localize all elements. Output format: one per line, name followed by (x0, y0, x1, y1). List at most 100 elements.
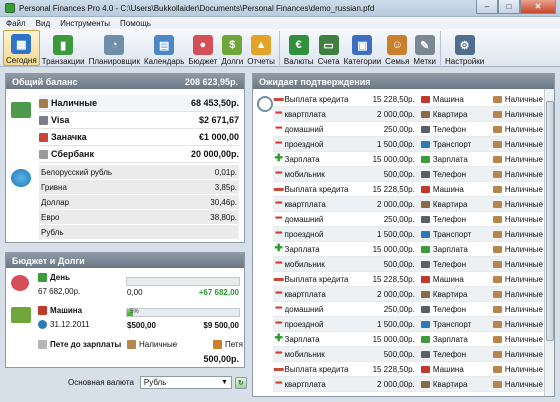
menu-view[interactable]: Вид (36, 19, 50, 28)
pending-payment: Наличные (490, 110, 543, 119)
toolbar-button-accounts[interactable]: ▭ Счета (316, 30, 342, 66)
refresh-rates-button[interactable]: ↻ (234, 376, 247, 389)
pending-row[interactable]: ▬ Выплата кредита 15 228,50р. Машина Наличны… (273, 272, 543, 287)
pending-account-label: Квартира (432, 379, 468, 389)
account-icon (420, 365, 430, 373)
cash-icon (492, 170, 502, 178)
budget-day-progress (126, 277, 240, 286)
budget-car-date: 31.12.2011 (50, 320, 90, 329)
toolbar-button-family[interactable]: ☺ Семья (383, 30, 411, 66)
pending-row[interactable]: ━ квартплата 2 000,00р. Квартира Наличные (273, 197, 543, 212)
account-row[interactable]: Сбербанк 20 000,00р. (39, 146, 239, 163)
piggy-bank-icon: ● (192, 35, 213, 55)
account-icon (420, 155, 430, 163)
currency-row[interactable]: Гривна 3,85р. (39, 180, 239, 195)
budget-car-row[interactable]: Машина (38, 306, 82, 315)
pending-amount: 15 228,50р. (372, 364, 415, 374)
calendar-today-icon: ▦ (11, 34, 32, 54)
toolbar-button-money-stack[interactable]: $ Долги (219, 30, 245, 66)
pending-amount: 2 000,00р. (377, 379, 415, 389)
pending-row[interactable]: ▬ Выплата кредита 15 228,50р. Машина Наличны… (273, 92, 543, 107)
menu-tools[interactable]: Инструменты (60, 19, 110, 28)
toolbar-separator (278, 31, 280, 65)
toolbar-button-chart[interactable]: ▲ Отчеты (245, 30, 277, 66)
pending-account-label: Телефон (432, 349, 467, 359)
pending-row[interactable]: ━ мобильник 500,00р. Телефон Наличные (273, 347, 543, 362)
pending-row[interactable]: ━ проездной 1 500,00р. Транспорт Наличные (273, 227, 543, 242)
pending-scroll-thumb[interactable] (546, 101, 554, 341)
menu-help[interactable]: Помощь (120, 19, 151, 28)
pending-payment-label: Наличные (504, 244, 543, 254)
currency-row[interactable]: Евро 38,80р. (39, 210, 239, 225)
toolbar-label: Долги (221, 57, 244, 66)
pending-account: Машина (419, 365, 490, 374)
pending-account-label: Телефон (432, 169, 467, 179)
chart-icon: ▲ (251, 35, 272, 55)
account-icon (420, 320, 430, 328)
minimize-button[interactable]: – (476, 0, 498, 14)
pending-name: Зарплата (284, 244, 320, 254)
menu-file[interactable]: Файл (6, 19, 26, 28)
account-icon (420, 350, 430, 358)
toolbar-button-clock[interactable]: ◔ Планировщик (87, 30, 142, 66)
toolbar-button-categories[interactable]: ▣ Категории (342, 30, 384, 66)
pending-name: домашний (284, 124, 324, 134)
account-row[interactable]: Visa $2 671,67 (39, 112, 239, 129)
pending-row[interactable]: ━ домашний 250,00р. Телефон Наличные (273, 302, 543, 317)
account-icon (420, 125, 430, 133)
pending-row[interactable]: ━ квартплата 2 000,00р. Квартира Наличные (273, 287, 543, 302)
pending-payment-label: Наличные (504, 109, 543, 119)
pending-row[interactable]: ━ проездной 1 500,00р. Транспорт Наличные (273, 137, 543, 152)
currency-row[interactable]: Белорусский рубль 0,01р. (39, 165, 239, 180)
pending-row[interactable]: ✚ Зарплата 15 000,00р. Зарплата Наличные (273, 332, 543, 347)
toolbar-button-currency-exchange[interactable]: € Валюты (282, 30, 316, 66)
toolbar-separator (439, 31, 441, 65)
minus-icon: ━ (275, 138, 282, 149)
account-name-wrap: Сбербанк (39, 149, 94, 159)
cash-icon (492, 320, 502, 328)
pending-payment-label: Наличные (504, 199, 543, 209)
toolbar-label: Валюты (283, 57, 314, 66)
close-button[interactable]: ✕ (520, 0, 556, 14)
currency-row[interactable]: Доллар 30,46р. (39, 195, 239, 210)
toolbar-button-calendar[interactable]: ▤ Календарь (142, 30, 186, 66)
pending-row[interactable]: ✚ Зарплата 15 000,00р. Зарплата Наличные (273, 152, 543, 167)
pending-account-label: Телефон (432, 304, 467, 314)
pending-scrollbar[interactable] (544, 89, 554, 396)
budget-debt-account-row: Наличные (127, 340, 177, 349)
main-currency-select[interactable]: Рубль ▼ (139, 376, 232, 389)
pending-row[interactable]: ✚ Зарплата 15 000,00р. Зарплата Наличные (273, 242, 543, 257)
toolbar-button-settings[interactable]: ⚙ Настройки (443, 30, 486, 66)
account-row[interactable]: Наличные 68 453,50р. (39, 95, 239, 112)
budget-debt-row[interactable]: Пете до зарплаты (38, 340, 121, 349)
budget-debt-label: Пете до зарплаты (50, 340, 122, 349)
toolbar-button-calendar-today[interactable]: ▦ Сегодня (3, 30, 40, 66)
pending-account: Машина (419, 95, 490, 104)
minus-icon: ━ (275, 303, 282, 314)
maximize-button[interactable]: □ (498, 0, 520, 14)
pending-row[interactable]: ━ квартплата 2 000,00р. Квартира Наличные (273, 107, 543, 122)
pending-amount: 250,00р. (383, 124, 415, 134)
account-name: Сбербанк (51, 149, 94, 159)
pending-row[interactable]: ━ домашний 250,00р. Телефон Наличные (273, 122, 543, 137)
pending-row[interactable]: ━ домашний 250,00р. Телефон Наличные (273, 212, 543, 227)
pending-row[interactable]: ━ квартплата 2 000,00р. Квартира Наличные (273, 377, 543, 392)
budget-debt-person: Петя (225, 340, 243, 349)
toolbar-button-piggy-bank[interactable]: ● Бюджет (186, 30, 219, 66)
pending-row[interactable]: ━ мобильник 500,00р. Телефон Наличные (273, 257, 543, 272)
pending-account: Телефон (419, 350, 490, 359)
account-row[interactable]: Заначка €1 000,00 (39, 129, 239, 146)
pending-panel: Ожидает подтверждения ▬ Выплата кредита 15… (252, 73, 555, 397)
pending-row[interactable]: ━ проездной 1 500,00р. Транспорт Наличные (273, 317, 543, 332)
budget-day-row[interactable]: День (38, 273, 70, 282)
account-name: Наличные (51, 98, 98, 108)
currency-row[interactable]: Рубль (39, 225, 239, 240)
toolbar-button-book[interactable]: ▮ Транзакции (40, 30, 87, 66)
main-currency-label: Основная валюта (68, 378, 134, 387)
pending-row[interactable]: ▬ Выплата кредита 15 228,50р. Машина Наличны… (273, 362, 543, 377)
minus-icon: ━ (275, 228, 282, 239)
toolbar-button-tags[interactable]: ✎ Метки (411, 30, 438, 66)
pending-row[interactable]: ━ мобильник 500,00р. Телефон Наличные (273, 167, 543, 182)
cash-icon (492, 140, 502, 148)
pending-row[interactable]: ▬ Выплата кредита 15 228,50р. Машина Наличны… (273, 182, 543, 197)
